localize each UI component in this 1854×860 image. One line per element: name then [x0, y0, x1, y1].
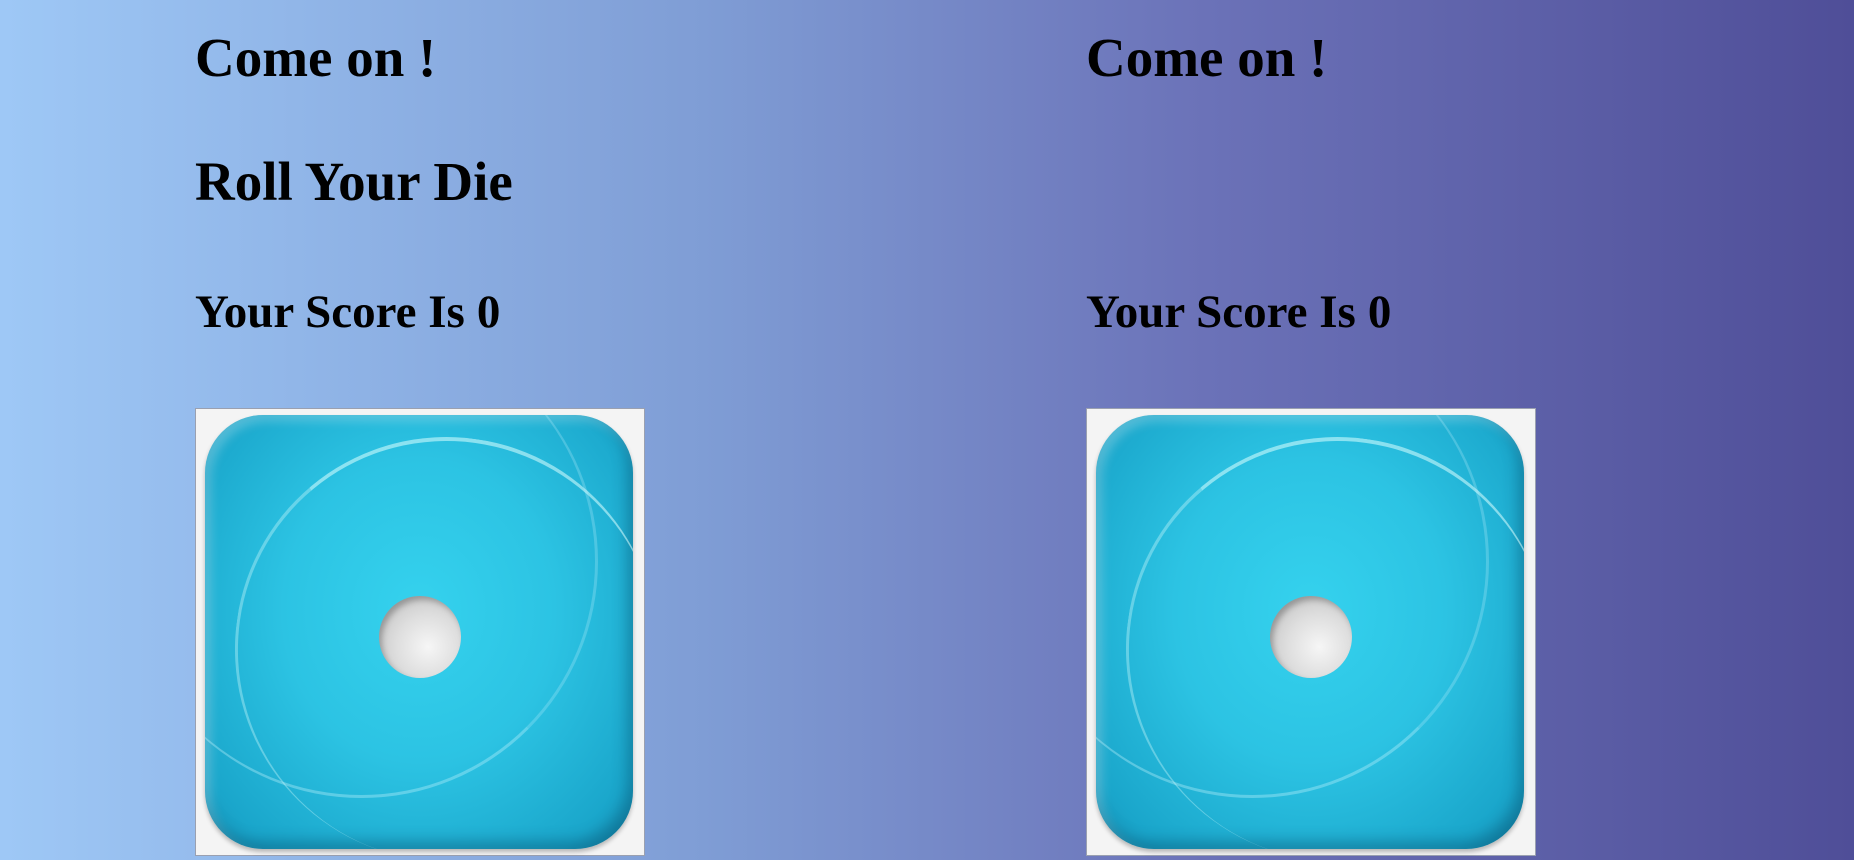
player-two-die[interactable] — [1086, 408, 1536, 856]
die-pip — [1270, 596, 1352, 678]
score-label: Your Score Is — [195, 286, 465, 338]
die-face-one-icon — [1096, 415, 1524, 849]
player-two-title: Come on ! — [1086, 27, 1328, 88]
die-pip — [379, 596, 461, 678]
score-value: 0 — [476, 286, 501, 338]
roll-your-die-button[interactable]: Roll Your Die — [195, 150, 513, 214]
player-two-score: Your Score Is 0 — [1086, 284, 1391, 340]
player-two-panel: Come on ! Your Score Is 0 — [1086, 0, 1606, 860]
player-one-score: Your Score Is 0 — [195, 284, 500, 340]
score-label: Your Score Is — [1086, 286, 1356, 338]
player-one-panel: Come on ! Roll Your Die Your Score Is 0 — [195, 0, 715, 860]
player-one-title: Come on ! — [195, 27, 437, 88]
score-value: 0 — [1367, 286, 1392, 338]
die-face-one-icon — [205, 415, 633, 849]
player-one-die[interactable] — [195, 408, 645, 856]
